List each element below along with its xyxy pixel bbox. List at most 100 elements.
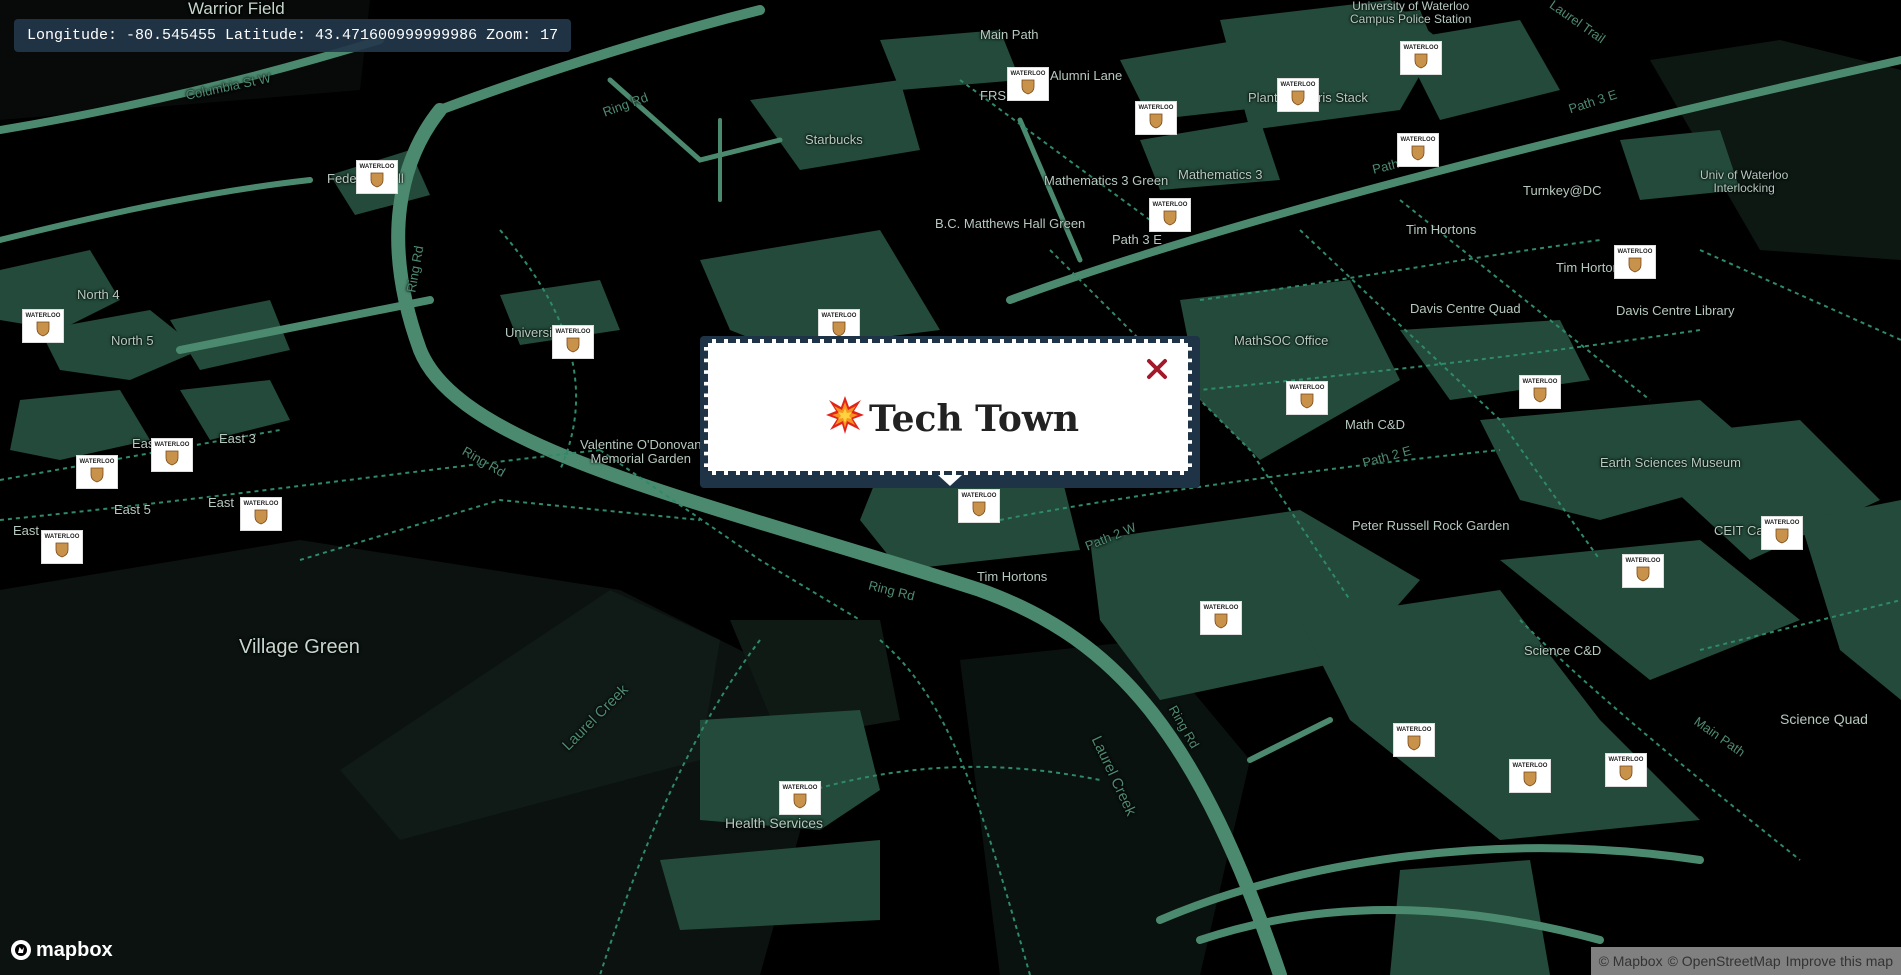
- building-marker[interactable]: WATERLOO: [1614, 245, 1656, 279]
- map-label-east5: East 5: [114, 502, 151, 517]
- marker-logo-text: WATERLOO: [821, 313, 857, 319]
- uw-shield-icon: [165, 450, 179, 466]
- map-label-science-cd: Science C&D: [1524, 643, 1602, 658]
- marker-logo-text: WATERLOO: [1010, 71, 1046, 77]
- attribution-osm-link[interactable]: © OpenStreetMap: [1668, 953, 1781, 969]
- map-label-davis-library: Davis Centre Library: [1616, 303, 1735, 318]
- marker-logo-text: WATERLOO: [1764, 520, 1800, 526]
- building-marker[interactable]: WATERLOO: [41, 530, 83, 564]
- marker-logo-text: WATERLOO: [1625, 558, 1661, 564]
- uw-shield-icon: [1407, 735, 1421, 751]
- map-popup: Tech Town: [700, 336, 1200, 488]
- uw-shield-icon: [566, 337, 580, 353]
- map-label-village-green: Village Green: [239, 636, 360, 658]
- uw-shield-icon: [90, 467, 104, 483]
- map-label-davis-quad: Davis Centre Quad: [1410, 301, 1521, 316]
- building-marker[interactable]: WATERLOO: [1135, 101, 1177, 135]
- building-marker[interactable]: WATERLOO: [1622, 554, 1664, 588]
- uw-shield-icon: [1775, 528, 1789, 544]
- marker-logo-text: WATERLOO: [1403, 45, 1439, 51]
- uw-shield-icon: [1021, 79, 1035, 95]
- building-marker[interactable]: WATERLOO: [958, 489, 1000, 523]
- marker-logo-text: WATERLOO: [782, 785, 818, 791]
- map-label-tim-hortons-3: Tim Hortons: [977, 569, 1048, 584]
- map-label-math-cd: Math C&D: [1345, 417, 1405, 432]
- map-label-alumni-lane: Alumni Lane: [1050, 68, 1123, 83]
- map-label-north4: North 4: [77, 287, 120, 302]
- close-x-icon[interactable]: [1146, 358, 1168, 380]
- uw-shield-icon: [254, 509, 268, 525]
- uw-shield-icon: [1411, 145, 1425, 161]
- building-marker[interactable]: WATERLOO: [1397, 133, 1439, 167]
- building-marker[interactable]: WATERLOO: [552, 325, 594, 359]
- building-marker[interactable]: WATERLOO: [22, 309, 64, 343]
- map-label-turnkey: Turnkey@DC: [1523, 183, 1602, 198]
- building-marker[interactable]: WATERLOO: [76, 455, 118, 489]
- map-label-university: Universit: [505, 325, 556, 340]
- popup-tip: [938, 475, 962, 486]
- building-marker[interactable]: WATERLOO: [1286, 381, 1328, 415]
- attribution-improve-link[interactable]: Improve this map: [1786, 953, 1893, 969]
- map-canvas[interactable]: Warrior Field Columbia St W Main Path Al…: [0, 0, 1901, 975]
- marker-logo-text: WATERLOO: [1289, 385, 1325, 391]
- map-label-path-3e: Path 3 E: [1112, 232, 1162, 247]
- map-label-uw-interlocking: Univ of Waterloo Interlocking: [1700, 168, 1789, 196]
- building-marker[interactable]: WATERLOO: [1519, 375, 1561, 409]
- attribution-mapbox-link[interactable]: © Mapbox: [1599, 953, 1663, 969]
- map-label-health-services: Health Services: [725, 815, 824, 831]
- collision-emoji-icon: [825, 395, 865, 444]
- popup-content: Tech Town: [704, 339, 1192, 475]
- building-marker[interactable]: WATERLOO: [240, 497, 282, 531]
- map-label-math3-green: Mathematics 3 Green: [1044, 173, 1169, 188]
- marker-logo-text: WATERLOO: [359, 164, 395, 170]
- uw-shield-icon: [793, 793, 807, 809]
- mapbox-logo-icon: [11, 940, 31, 960]
- marker-logo-text: WATERLOO: [555, 329, 591, 335]
- map-label-peter-russell: Peter Russell Rock Garden: [1352, 518, 1510, 533]
- building-marker[interactable]: WATERLOO: [1277, 78, 1319, 112]
- map-label-bc-matthews: B.C. Matthews Hall Green: [935, 216, 1086, 231]
- marker-logo-text: WATERLOO: [961, 493, 997, 499]
- attribution-bar: © Mapbox © OpenStreetMap Improve this map: [1590, 947, 1901, 975]
- map-label-tim-hortons-1: Tim Hortons: [1406, 222, 1477, 237]
- building-marker[interactable]: WATERLOO: [1149, 198, 1191, 232]
- marker-logo-text: WATERLOO: [1203, 605, 1239, 611]
- uw-shield-icon: [1414, 53, 1428, 69]
- uw-shield-icon: [832, 321, 846, 337]
- map-label-earth-sciences: Earth Sciences Museum: [1600, 455, 1741, 470]
- building-marker[interactable]: WATERLOO: [356, 160, 398, 194]
- map-label-science-quad: Science Quad: [1780, 711, 1868, 727]
- map-label-valentine: Valentine O'Donovan Memorial Garden: [580, 437, 702, 467]
- uw-shield-icon: [1214, 613, 1228, 629]
- marker-logo-text: WATERLOO: [1280, 82, 1316, 88]
- coordinate-readout: Longitude: -80.545455 Latitude: 43.47160…: [14, 19, 572, 52]
- uw-shield-icon: [1619, 765, 1633, 781]
- building-marker[interactable]: WATERLOO: [1007, 67, 1049, 101]
- popup-title-text: Tech Town: [868, 398, 1080, 440]
- building-marker[interactable]: WATERLOO: [779, 781, 821, 815]
- building-marker[interactable]: WATERLOO: [1761, 516, 1803, 550]
- mapbox-logo[interactable]: mapbox: [10, 937, 113, 963]
- map-label-north5: North 5: [111, 333, 154, 348]
- building-marker[interactable]: WATERLOO: [1400, 41, 1442, 75]
- building-marker[interactable]: WATERLOO: [1393, 723, 1435, 757]
- map-label-math3: Mathematics 3: [1178, 167, 1263, 182]
- building-marker[interactable]: WATERLOO: [1509, 759, 1551, 793]
- building-marker[interactable]: WATERLOO: [1200, 601, 1242, 635]
- map-label-mathsoc: MathSOC Office: [1234, 333, 1329, 348]
- marker-logo-text: WATERLOO: [1617, 249, 1653, 255]
- map-label-ceit: CEIT Ca: [1714, 523, 1764, 538]
- marker-logo-text: WATERLOO: [1512, 763, 1548, 769]
- marker-logo-text: WATERLOO: [44, 534, 80, 540]
- building-marker[interactable]: WATERLOO: [1605, 753, 1647, 787]
- marker-logo-text: WATERLOO: [243, 501, 279, 507]
- building-marker[interactable]: WATERLOO: [151, 438, 193, 472]
- map-label-east3: East 3: [219, 431, 256, 446]
- map-label-main-path: Main Path: [980, 27, 1039, 42]
- marker-logo-text: WATERLOO: [1400, 137, 1436, 143]
- map-label-warrior-field: Warrior Field: [188, 0, 285, 18]
- map-label-tim-hortons-2: Tim Hortor: [1556, 260, 1617, 275]
- uw-shield-icon: [370, 172, 384, 188]
- marker-logo-text: WATERLOO: [1152, 202, 1188, 208]
- uw-shield-icon: [972, 501, 986, 517]
